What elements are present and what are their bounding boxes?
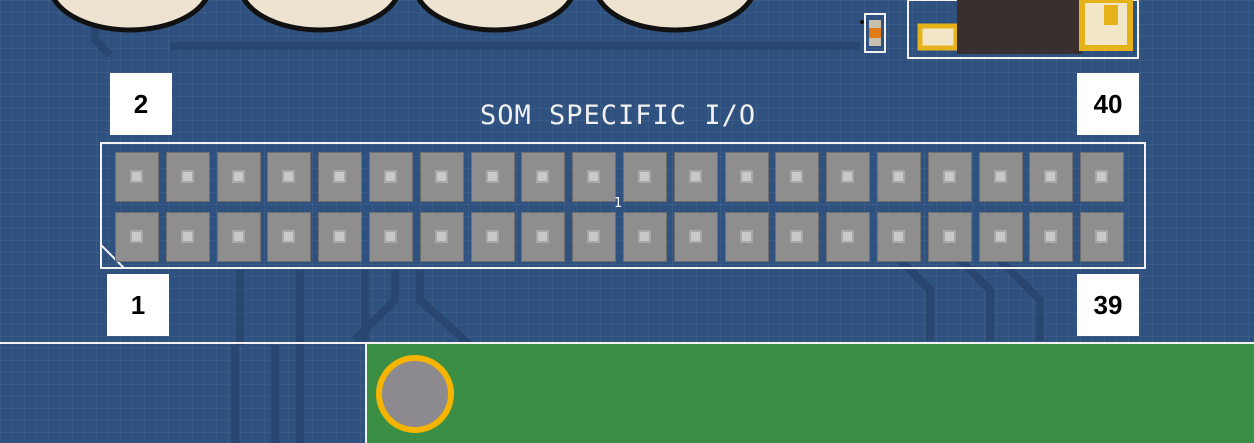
- header-pin: [877, 152, 921, 202]
- header-pin: [471, 212, 515, 262]
- header-pin: [420, 212, 464, 262]
- header-pin: [420, 152, 464, 202]
- header-pin: [928, 152, 972, 202]
- header-pin: [115, 152, 159, 202]
- header-pin: [572, 152, 616, 202]
- capacitor-4: [596, 0, 754, 33]
- pin-header: [115, 152, 1130, 264]
- header-pin: [267, 212, 311, 262]
- header-pin: [725, 152, 769, 202]
- header-pin: [115, 212, 159, 262]
- capacitor-1: [51, 0, 209, 33]
- header-pin: [318, 212, 362, 262]
- header-pin: [166, 212, 210, 262]
- pin-label-bottom-right: 39: [1077, 274, 1139, 336]
- header-pin: [217, 152, 261, 202]
- pin-label-top-right: 40: [1077, 73, 1139, 135]
- header-pin: [318, 152, 362, 202]
- header-pin: [928, 212, 972, 262]
- header-pin: [572, 212, 616, 262]
- center-marker: 1: [614, 196, 622, 211]
- header-pin: [471, 152, 515, 202]
- header-pin: [521, 152, 565, 202]
- mounting-hole: [376, 355, 454, 433]
- header-pin: [775, 212, 819, 262]
- pin-label-bottom-left: 1: [107, 274, 169, 336]
- header-pin: [1080, 152, 1124, 202]
- green-region: [367, 344, 1254, 443]
- header-pin: [826, 152, 870, 202]
- header-pin: [674, 212, 718, 262]
- capacitor-3: [416, 0, 574, 33]
- header-pin: [623, 152, 667, 202]
- header-pin: [979, 212, 1023, 262]
- top-capacitors: [51, 0, 754, 33]
- header-pin: [1080, 212, 1124, 262]
- pcb-board: SOM SPECIFIC I/O 1 2 40 1 39: [0, 0, 1254, 443]
- header-pin: [826, 212, 870, 262]
- header-pin: [674, 152, 718, 202]
- header-pin: [521, 212, 565, 262]
- header-pin: [877, 212, 921, 262]
- header-pin: [369, 212, 413, 262]
- header-pin: [1029, 152, 1073, 202]
- top-right-connector: [907, 0, 1139, 59]
- header-pin: [623, 212, 667, 262]
- header-title: SOM SPECIFIC I/O: [480, 100, 757, 131]
- header-pin: [979, 152, 1023, 202]
- header-pin: [217, 212, 261, 262]
- header-pin: [1029, 212, 1073, 262]
- header-pin: [775, 152, 819, 202]
- pin-label-top-left: 2: [110, 73, 172, 135]
- header-pin: [369, 152, 413, 202]
- header-pin: [725, 212, 769, 262]
- header-pin: [166, 152, 210, 202]
- header-pin: [267, 152, 311, 202]
- capacitor-2: [241, 0, 399, 33]
